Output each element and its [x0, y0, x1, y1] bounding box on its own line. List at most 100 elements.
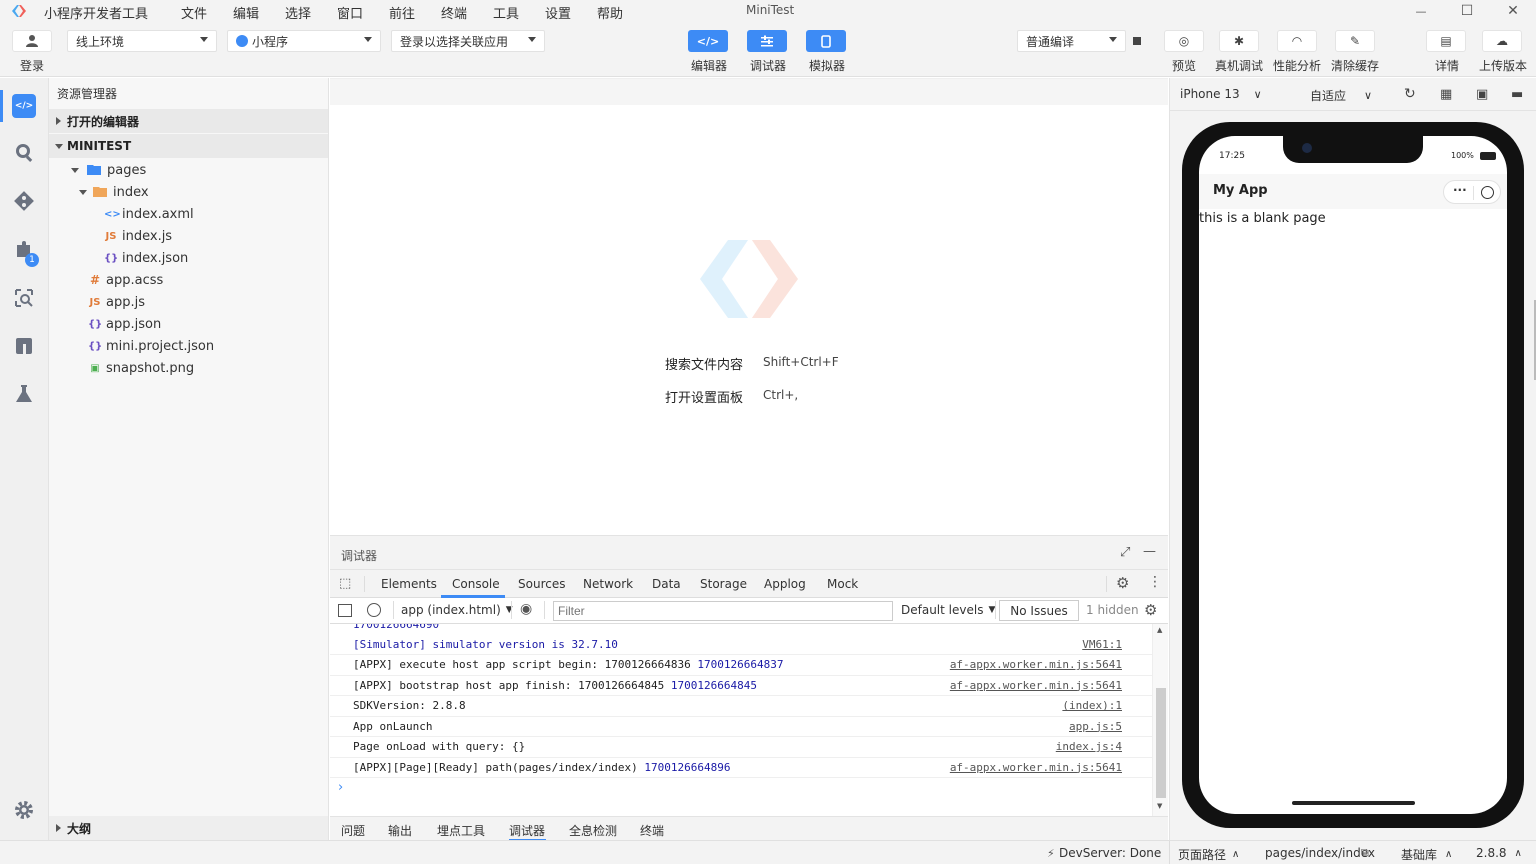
scroll-up-icon[interactable]: ▲	[1157, 626, 1162, 634]
eye-icon[interactable]: ◉	[520, 601, 532, 617]
page-path-toggle[interactable]: 页面路径 ∧	[1178, 846, 1239, 863]
console-source-link[interactable]: af-appx.worker.min.js:5641	[950, 679, 1122, 692]
more-vertical-icon[interactable]: ⋮	[1148, 574, 1162, 590]
console-prompt[interactable]: ›	[338, 780, 343, 795]
console-source-link[interactable]: (index):1	[1062, 699, 1122, 712]
menu-file[interactable]: 文件	[181, 3, 207, 22]
menu-window[interactable]: 窗口	[337, 3, 363, 22]
open-editors-section[interactable]: 打开的编辑器	[49, 109, 328, 133]
tab-storage[interactable]: Storage	[700, 577, 747, 591]
console-settings-gear-icon[interactable]: ⚙	[1144, 601, 1157, 619]
env-select[interactable]: 线上环境	[67, 30, 217, 52]
menu-help[interactable]: 帮助	[597, 3, 623, 22]
editor-toggle-button[interactable]: </>	[688, 30, 728, 52]
components-icon[interactable]	[12, 334, 36, 358]
preview-button[interactable]: ◎	[1164, 30, 1204, 52]
console-scrollbar[interactable]: ▲ ▼	[1152, 624, 1168, 816]
tab-network[interactable]: Network	[583, 577, 633, 591]
grid-icon[interactable]: ▦	[1440, 87, 1452, 102]
simulator-toggle-button[interactable]	[806, 30, 846, 52]
git-icon[interactable]	[12, 189, 36, 213]
console-source-link[interactable]: app.js:5	[1069, 720, 1122, 733]
copy-icon[interactable]: ⧉	[1361, 846, 1369, 860]
device-debug-button[interactable]: ✱	[1219, 30, 1259, 52]
debugger-toggle-button[interactable]	[747, 30, 787, 52]
device-select[interactable]: iPhone 13 ∨	[1180, 87, 1262, 101]
linked-app-value: 登录以选择关联应用	[400, 34, 509, 49]
console-source-link[interactable]: af-appx.worker.min.js:5641	[950, 658, 1122, 671]
linked-app-select[interactable]: 登录以选择关联应用	[391, 30, 545, 52]
console-source-link[interactable]: index.js:4	[1056, 740, 1122, 753]
screenshot-icon[interactable]: ▣	[1476, 87, 1488, 102]
details-button[interactable]: ▤	[1426, 30, 1466, 52]
issues-button[interactable]: No Issues	[999, 600, 1079, 621]
minimize-button[interactable]: —	[1398, 0, 1444, 22]
more-menu-icon[interactable]: ···	[1453, 183, 1467, 197]
menu-edit[interactable]: 编辑	[233, 3, 259, 22]
console-source-link[interactable]: VM61:1	[1082, 638, 1122, 651]
tab-data[interactable]: Data	[652, 577, 681, 591]
compile-mode-select[interactable]: 普通编译	[1017, 30, 1126, 52]
tab-console[interactable]: Console	[452, 577, 500, 591]
scrollbar-thumb[interactable]	[1156, 688, 1166, 798]
menu-terminal[interactable]: 终端	[441, 3, 467, 22]
app-type-select[interactable]: 小程序	[227, 30, 381, 52]
tree-file-snapshot-png[interactable]: ▣ snapshot.png	[88, 357, 194, 379]
console-source-link[interactable]: af-appx.worker.min.js:5641	[950, 761, 1122, 774]
tree-folder-index[interactable]: index	[79, 181, 149, 203]
expand-icon[interactable]: ⤢	[1120, 545, 1130, 560]
bottom-tab-tracking[interactable]: 埋点工具	[437, 822, 485, 839]
window-mode-icon[interactable]: ▬	[1511, 87, 1523, 102]
menu-settings[interactable]: 设置	[545, 3, 571, 22]
close-button[interactable]: ✕	[1490, 0, 1536, 22]
bottom-tab-debugger[interactable]: 调试器	[509, 822, 545, 839]
perf-button[interactable]: ◠	[1277, 30, 1317, 52]
upload-button[interactable]: ☁	[1482, 30, 1522, 52]
minimize-panel-icon[interactable]: —	[1143, 544, 1156, 559]
app-name: 小程序开发者工具	[44, 7, 149, 22]
bottom-tab-holo-inspect[interactable]: 全息检测	[569, 822, 617, 839]
close-circle-icon[interactable]	[1481, 186, 1494, 199]
devtools-settings-gear-icon[interactable]: ⚙	[1116, 574, 1129, 592]
bottom-tab-output[interactable]: 输出	[388, 822, 412, 839]
console-filter-input[interactable]	[553, 601, 893, 621]
bottom-tab-terminal[interactable]: 终端	[640, 822, 664, 839]
inspect-element-icon[interactable]: ⬚	[339, 576, 351, 591]
log-levels-select[interactable]: Default levels ▼	[901, 603, 995, 617]
refresh-icon[interactable]: ↻	[1404, 86, 1416, 102]
base-lib-version-select[interactable]: 2.8.8 ∧	[1476, 846, 1522, 860]
tab-mock[interactable]: Mock	[827, 577, 858, 591]
stop-button[interactable]	[1130, 34, 1144, 48]
inspect-search-icon[interactable]	[12, 286, 36, 310]
maximize-button[interactable]: ☐	[1444, 0, 1490, 22]
tree-file-index-js[interactable]: JS index.js	[104, 225, 173, 247]
settings-gear-icon[interactable]	[12, 798, 36, 822]
tab-applog[interactable]: Applog	[764, 577, 806, 591]
search-icon[interactable]	[12, 140, 36, 164]
base-lib-toggle[interactable]: 基础库 ∧	[1401, 846, 1452, 863]
scale-select[interactable]: 自适应 ∨	[1310, 87, 1372, 104]
tree-file-index-axml[interactable]: <> index.axml	[104, 203, 194, 225]
flask-icon[interactable]	[12, 382, 36, 406]
explorer-icon[interactable]: </>	[12, 94, 36, 118]
tab-elements[interactable]: Elements	[381, 577, 437, 591]
tree-file-mini-project-json[interactable]: {} mini.project.json	[88, 335, 214, 357]
clear-console-icon[interactable]	[367, 603, 381, 617]
sidebar-toggle-icon[interactable]	[338, 604, 352, 617]
tree-file-app-acss[interactable]: # app.acss	[88, 269, 163, 291]
project-section[interactable]: MINITEST	[49, 134, 328, 158]
menu-tools[interactable]: 工具	[493, 3, 519, 22]
outline-section[interactable]: 大纲	[49, 816, 328, 840]
menu-goto[interactable]: 前往	[389, 3, 415, 22]
tree-file-index-json[interactable]: {} index.json	[104, 247, 188, 269]
clear-cache-button[interactable]: ✎	[1335, 30, 1375, 52]
bottom-tab-problems[interactable]: 问题	[341, 822, 365, 839]
tree-folder-pages[interactable]: pages	[71, 159, 146, 181]
tree-file-app-js[interactable]: JS app.js	[88, 291, 145, 313]
scroll-down-icon[interactable]: ▼	[1157, 802, 1162, 810]
context-select[interactable]: app (index.html) ▼	[401, 603, 513, 617]
login-button[interactable]	[12, 30, 52, 52]
menu-select[interactable]: 选择	[285, 3, 311, 22]
tab-sources[interactable]: Sources	[518, 577, 565, 591]
tree-file-app-json[interactable]: {} app.json	[88, 313, 161, 335]
